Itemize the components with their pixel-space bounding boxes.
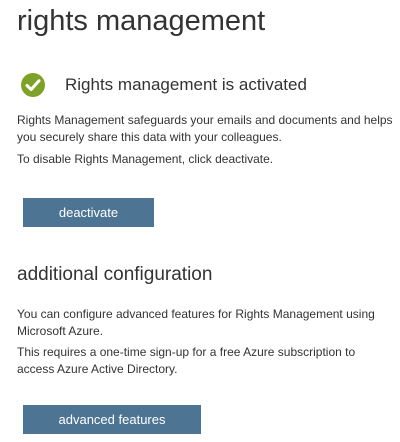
page-title: rights management [17,5,266,37]
rights-management-description: Rights Management safeguards your emails… [17,113,393,144]
additional-configuration-heading: additional configuration [17,264,213,285]
disable-instructions: To disable Rights Management, click deac… [17,152,274,166]
advanced-features-button[interactable]: advanced features [23,405,201,434]
deactivate-button[interactable]: deactivate [23,198,154,227]
advanced-features-description: You can configure advanced features for … [17,307,375,338]
check-circle-icon [20,72,46,98]
azure-signup-note: This requires a one-time sign-up for a f… [17,345,356,376]
activation-status: Rights management is activated [20,70,307,100]
status-text: Rights management is activated [65,75,307,94]
